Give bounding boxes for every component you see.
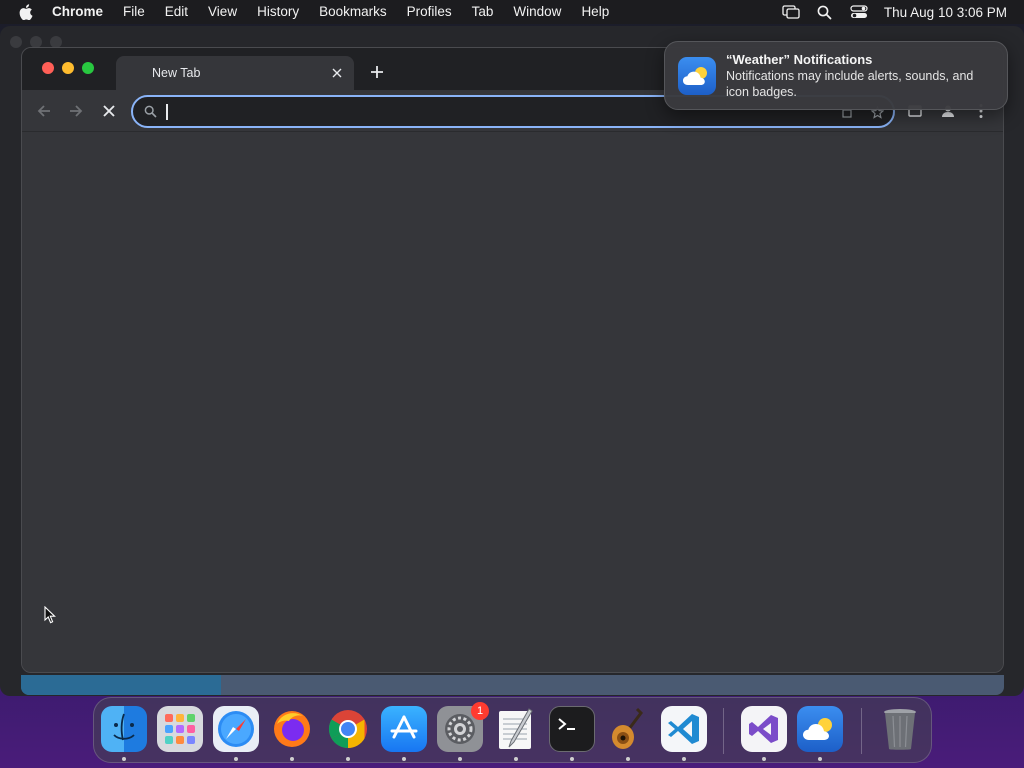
menu-profiles[interactable]: Profiles — [397, 0, 462, 24]
apple-menu-icon[interactable] — [0, 0, 52, 24]
control-center-icon[interactable] — [842, 0, 876, 24]
notification-body: Notifications may include alerts, sounds… — [726, 69, 974, 99]
search-icon — [142, 104, 158, 120]
weather-notification[interactable]: “Weather” Notifications Notifications ma… — [664, 41, 1008, 110]
screen-mirroring-icon[interactable] — [774, 0, 808, 24]
menu-view[interactable]: View — [198, 0, 247, 24]
tab-title: New Tab — [152, 66, 201, 80]
menu-tab[interactable]: Tab — [462, 0, 504, 24]
safari-icon[interactable] — [213, 706, 259, 752]
page-content — [22, 133, 1003, 672]
chrome-window: New Tab — [21, 47, 1004, 673]
notification-title: “Weather” Notifications — [726, 52, 873, 67]
menu-edit[interactable]: Edit — [155, 0, 198, 24]
mouse-pointer-icon — [44, 605, 56, 629]
tab-new-tab[interactable]: New Tab — [116, 56, 354, 90]
chrome-app-icon[interactable] — [325, 706, 371, 752]
minimize-window-button[interactable] — [62, 62, 74, 74]
menu-file[interactable]: File — [113, 0, 155, 24]
system-settings-icon[interactable]: 1 — [437, 702, 489, 752]
terminal-icon[interactable] — [549, 706, 595, 752]
firefox-icon[interactable] — [269, 706, 315, 752]
weather-dock-icon[interactable] — [797, 706, 843, 752]
visual-studio-icon[interactable] — [741, 706, 787, 752]
forward-button[interactable] — [66, 101, 86, 121]
vscode-icon[interactable] — [661, 706, 707, 752]
app-store-icon[interactable] — [381, 706, 427, 752]
dock: 1 — [93, 697, 932, 763]
menu-bar: Chrome File Edit View History Bookmarks … — [0, 0, 1024, 24]
menu-bar-clock[interactable]: Thu Aug 10 3:06 PM — [876, 5, 1024, 20]
launchpad-icon[interactable] — [157, 706, 203, 752]
dock-separator — [861, 708, 862, 754]
dock-separator — [723, 708, 724, 754]
trash-icon[interactable] — [877, 706, 923, 752]
back-button[interactable] — [34, 101, 54, 121]
garageband-icon[interactable] — [605, 706, 651, 752]
close-window-button[interactable] — [42, 62, 54, 74]
close-tab-icon[interactable] — [329, 65, 345, 81]
finder-icon[interactable] — [101, 706, 147, 752]
textedit-icon[interactable] — [493, 706, 539, 752]
notification-badge: 1 — [471, 702, 489, 720]
new-tab-button[interactable] — [368, 63, 386, 81]
text-caret — [166, 104, 168, 120]
menu-history[interactable]: History — [247, 0, 309, 24]
window-controls — [42, 62, 94, 74]
underlying-window-edge — [21, 675, 1004, 695]
weather-app-icon — [678, 57, 716, 95]
menu-help[interactable]: Help — [571, 0, 619, 24]
spotlight-search-icon[interactable] — [808, 0, 842, 24]
menu-window[interactable]: Window — [503, 0, 571, 24]
menu-bookmarks[interactable]: Bookmarks — [309, 0, 397, 24]
zoom-window-button[interactable] — [82, 62, 94, 74]
stop-loading-button[interactable] — [99, 101, 119, 121]
menu-app-name[interactable]: Chrome — [52, 0, 113, 24]
